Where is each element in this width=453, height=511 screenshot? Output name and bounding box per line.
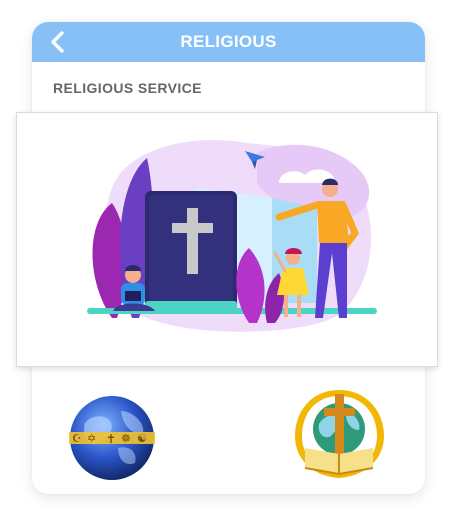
interfaith-globe-tile[interactable]: ☪ ✡ ✝ ☸ ☯: [63, 393, 161, 483]
page-title: RELIGIOUS: [180, 32, 277, 51]
svg-text:✡: ✡: [87, 432, 96, 445]
cross-bible-globe-emblem-icon: [295, 390, 384, 478]
svg-text:☯: ☯: [137, 432, 147, 445]
header-bar: RELIGIOUS: [32, 22, 425, 62]
svg-text:☪: ☪: [72, 432, 82, 445]
hero-illustration-card[interactable]: [16, 112, 438, 367]
svg-text:☸: ☸: [121, 432, 131, 445]
globe-interfaith-symbols-icon: ☪ ✡ ✝ ☸ ☯: [69, 396, 155, 480]
bible-family-illustration: [87, 140, 377, 332]
section-label: RELIGIOUS SERVICE: [53, 80, 202, 96]
svg-text:✝: ✝: [106, 432, 116, 446]
cross-bible-emblem-tile[interactable]: [291, 384, 388, 484]
